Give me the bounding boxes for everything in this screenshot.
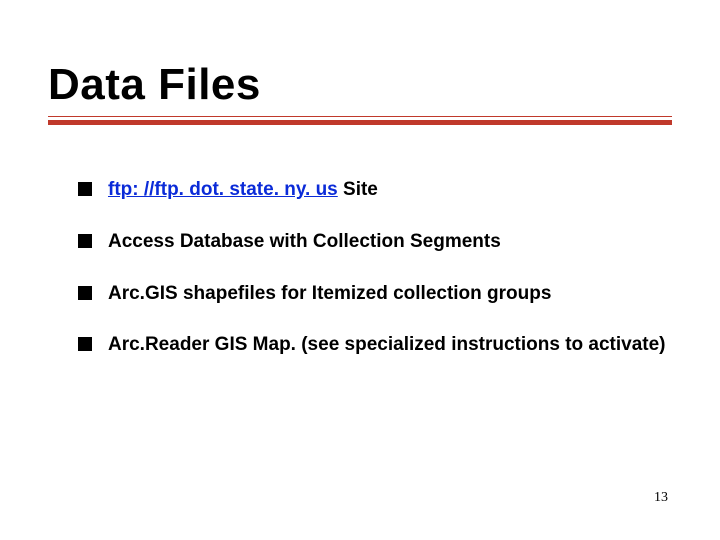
bullet-item-0: ftp: //ftp. dot. state. ny. us Site (78, 178, 672, 202)
bullet-item-1: Access Database with Collection Segments (78, 230, 672, 254)
bullet-item-3: Arc.Reader GIS Map. (see specialized ins… (78, 333, 672, 357)
title-underline (48, 116, 672, 126)
bullet-1-text: Access Database with Collection Segments (108, 231, 501, 252)
underline-thin (48, 116, 672, 117)
slide-title: Data Files (48, 60, 672, 110)
ftp-link[interactable]: ftp: //ftp. dot. state. ny. us (108, 179, 338, 200)
page-number: 13 (654, 490, 668, 506)
bullet-0-suffix: Site (338, 179, 378, 200)
bullet-2-text: Arc.GIS shapefiles for Itemized collecti… (108, 283, 551, 304)
slide: Data Files ftp: //ftp. dot. state. ny. u… (0, 0, 720, 540)
bullet-list: ftp: //ftp. dot. state. ny. us Site Acce… (78, 178, 672, 357)
bullet-item-2: Arc.GIS shapefiles for Itemized collecti… (78, 282, 672, 306)
underline-thick (48, 120, 672, 125)
bullet-3-text: Arc.Reader GIS Map. (see specialized ins… (108, 334, 666, 355)
